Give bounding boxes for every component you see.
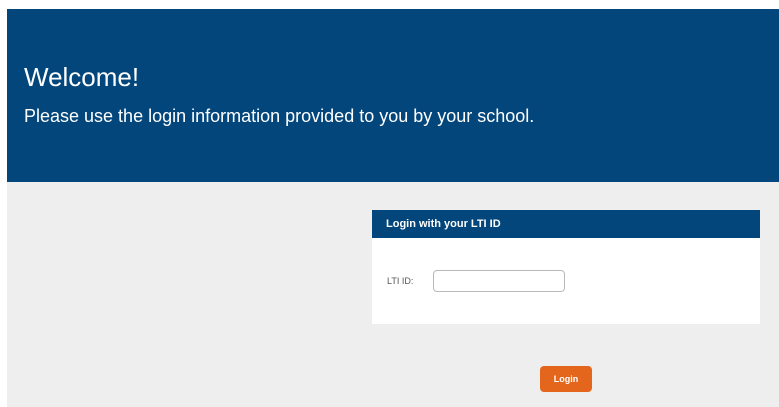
lti-id-input[interactable] xyxy=(433,270,565,292)
login-panel: Login with your LTI ID LTI ID: xyxy=(372,210,760,324)
login-button[interactable]: Login xyxy=(540,366,592,392)
welcome-title: Welcome! xyxy=(24,62,140,92)
login-panel-heading: Login with your LTI ID xyxy=(372,210,760,238)
lti-id-label: LTI ID: xyxy=(387,276,414,286)
welcome-banner: Welcome! Please use the login informatio… xyxy=(7,9,779,182)
welcome-subtitle: Please use the login information provide… xyxy=(24,106,535,126)
page: Welcome! Please use the login informatio… xyxy=(7,9,779,407)
